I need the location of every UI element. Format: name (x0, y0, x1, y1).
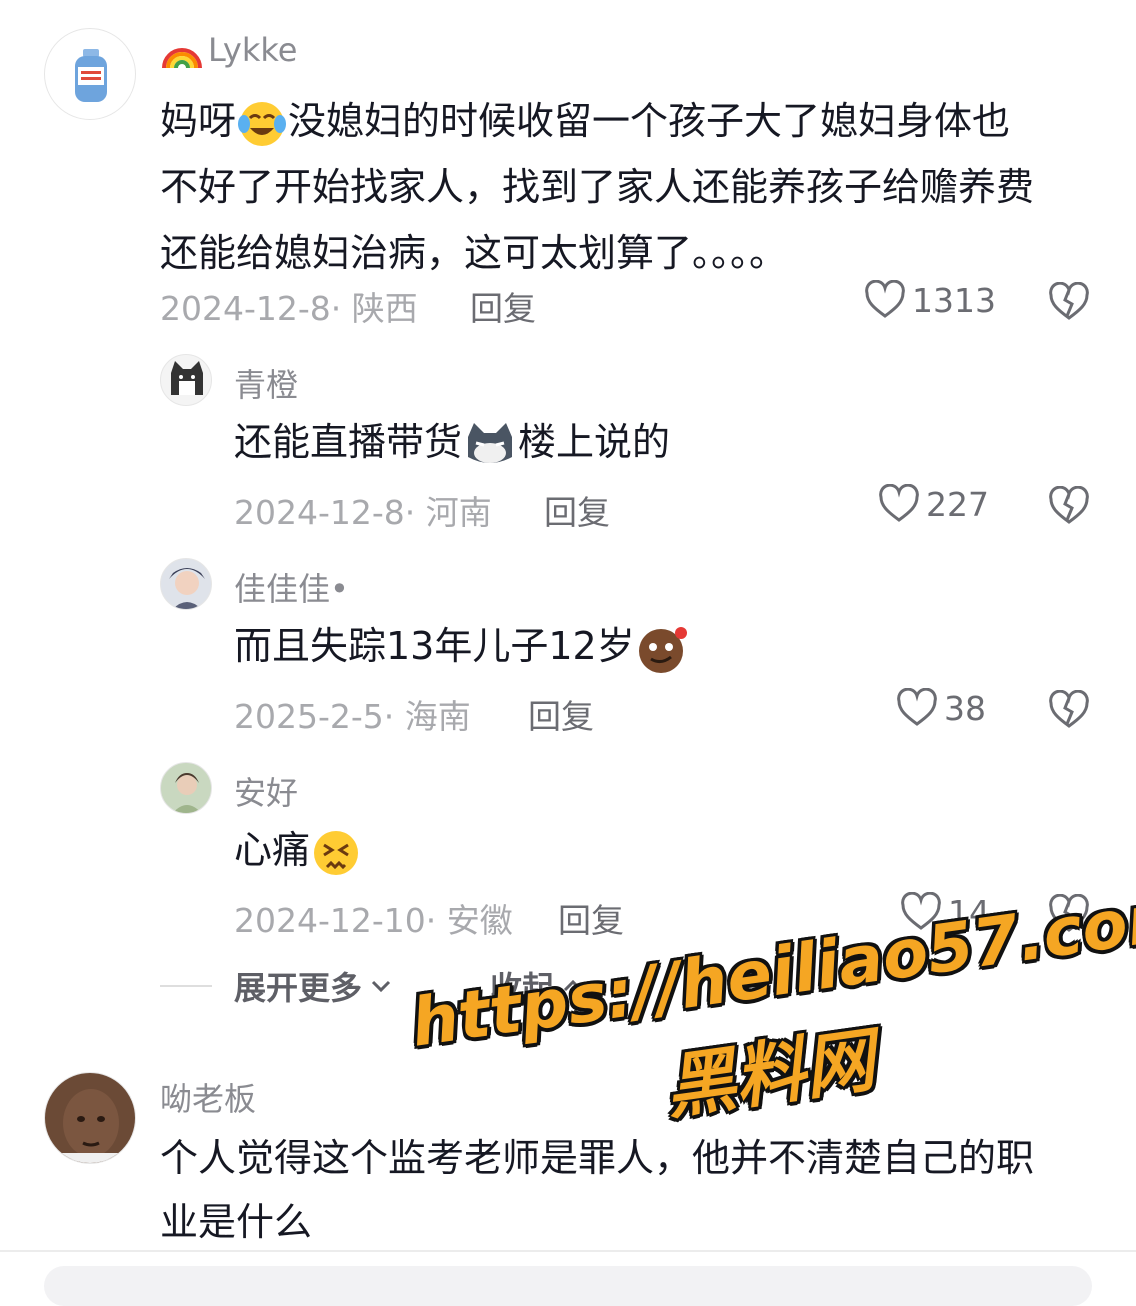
bottom-divider (0, 1250, 1136, 1252)
reply-button[interactable]: 回复 (528, 690, 594, 738)
comment-line-1: 妈呀 没媳妇的时候收留一个孩子大了媳妇身体也 (160, 88, 1100, 154)
avatar-youlaoban[interactable] (44, 1072, 136, 1164)
expand-more-label: 展开更多 (234, 969, 363, 1007)
person-avatar-icon (45, 1089, 135, 1163)
comment-line-1: 个人觉得这个监考老师是罪人，他并不清楚自己的职 (160, 1136, 1035, 1180)
reply-author[interactable]: 青橙 (234, 360, 298, 406)
comment-line-2: 业是什么 (160, 1200, 313, 1244)
character-avatar-icon (169, 568, 205, 609)
reply-author[interactable]: 安好 (234, 768, 298, 814)
crying-laughing-emoji-icon (238, 101, 287, 146)
heart-icon (879, 484, 919, 522)
dislike-broken-heart-icon[interactable] (1048, 282, 1090, 322)
gas-canister-icon (75, 49, 107, 102)
avatar-lykke[interactable] (44, 28, 136, 120)
avatar-anhao[interactable] (160, 762, 212, 814)
comment-line-2: 不好了开始找家人，找到了家人还能养孩子给赡养费 (160, 165, 1035, 209)
reply-text: 还能直播带货 楼上说的 (234, 414, 670, 471)
reply-button[interactable]: 回复 (544, 486, 610, 534)
comment-line-3: 还能给媳妇治病，这可太划算了。。。。 (160, 231, 788, 275)
like-count: 227 (926, 484, 989, 524)
reply-date-location: 2024-12-8· 河南 (234, 493, 492, 532)
comment-input-bar[interactable] (44, 1266, 1092, 1306)
comment-author[interactable]: 呦老板 (160, 1074, 256, 1120)
reply-text-part: 而且失踪13年儿子12岁 (234, 624, 635, 668)
like-button[interactable]: 1313 (864, 280, 996, 320)
reply-text-part: 楼上说的 (518, 420, 671, 464)
heart-icon (865, 280, 905, 318)
rainbow-icon (162, 48, 202, 69)
chevron-down-icon (371, 980, 391, 993)
reply-date-location: 2025-2-5· 海南 (234, 697, 471, 736)
comment-text-part: 妈呀 (160, 99, 237, 143)
reply-author[interactable]: 佳佳佳• (234, 564, 349, 610)
reply-button[interactable]: 回复 (558, 894, 624, 942)
heart-icon (897, 688, 937, 726)
comment-text: 个人觉得这个监考老师是罪人，他并不清楚自己的职 业是什么 (160, 1126, 1100, 1254)
watermark-site: 黑料网 (660, 1018, 880, 1130)
comment-text: 妈呀 没媳妇的时候收留一个孩子大了媳妇身体也 不好了开始找家人，找到了家人还能养… (160, 88, 1100, 286)
avatar-jiajiajia[interactable] (160, 558, 212, 610)
dislike-broken-heart-icon[interactable] (1048, 486, 1090, 526)
comment-author[interactable]: Lykke (160, 28, 297, 72)
reply-text: 心痛 (234, 822, 362, 879)
reply-date-location: 2024-12-10· 安徽 (234, 901, 513, 940)
smirk-face-emoji-icon (638, 626, 687, 673)
avatar-qingcheng[interactable] (160, 354, 212, 406)
cat-avatar-icon (171, 361, 203, 395)
reply-text-part: 还能直播带货 (234, 420, 463, 464)
person-avatar-icon (172, 773, 202, 813)
reply-text: 而且失踪13年儿子12岁 (234, 618, 689, 675)
comment-date-location: 2024-12-8· 陕西 (160, 289, 418, 328)
dislike-broken-heart-icon[interactable] (1048, 690, 1090, 730)
reply-button[interactable]: 回复 (470, 282, 536, 330)
reply-text-part: 心痛 (234, 828, 311, 872)
like-count: 38 (944, 688, 986, 728)
like-count: 1313 (912, 280, 996, 320)
like-button[interactable]: 38 (896, 688, 986, 728)
comment-text-part: 没媳妇的时候收留一个孩子大了媳妇身体也 (288, 99, 1011, 143)
cat-face-emoji-icon (468, 422, 513, 463)
comment-author-name: Lykke (208, 31, 298, 69)
expand-divider (160, 985, 212, 987)
expand-more-button[interactable]: 展开更多 (234, 963, 394, 1009)
like-button[interactable]: 227 (878, 484, 989, 524)
persevering-face-emoji-icon (314, 830, 359, 875)
